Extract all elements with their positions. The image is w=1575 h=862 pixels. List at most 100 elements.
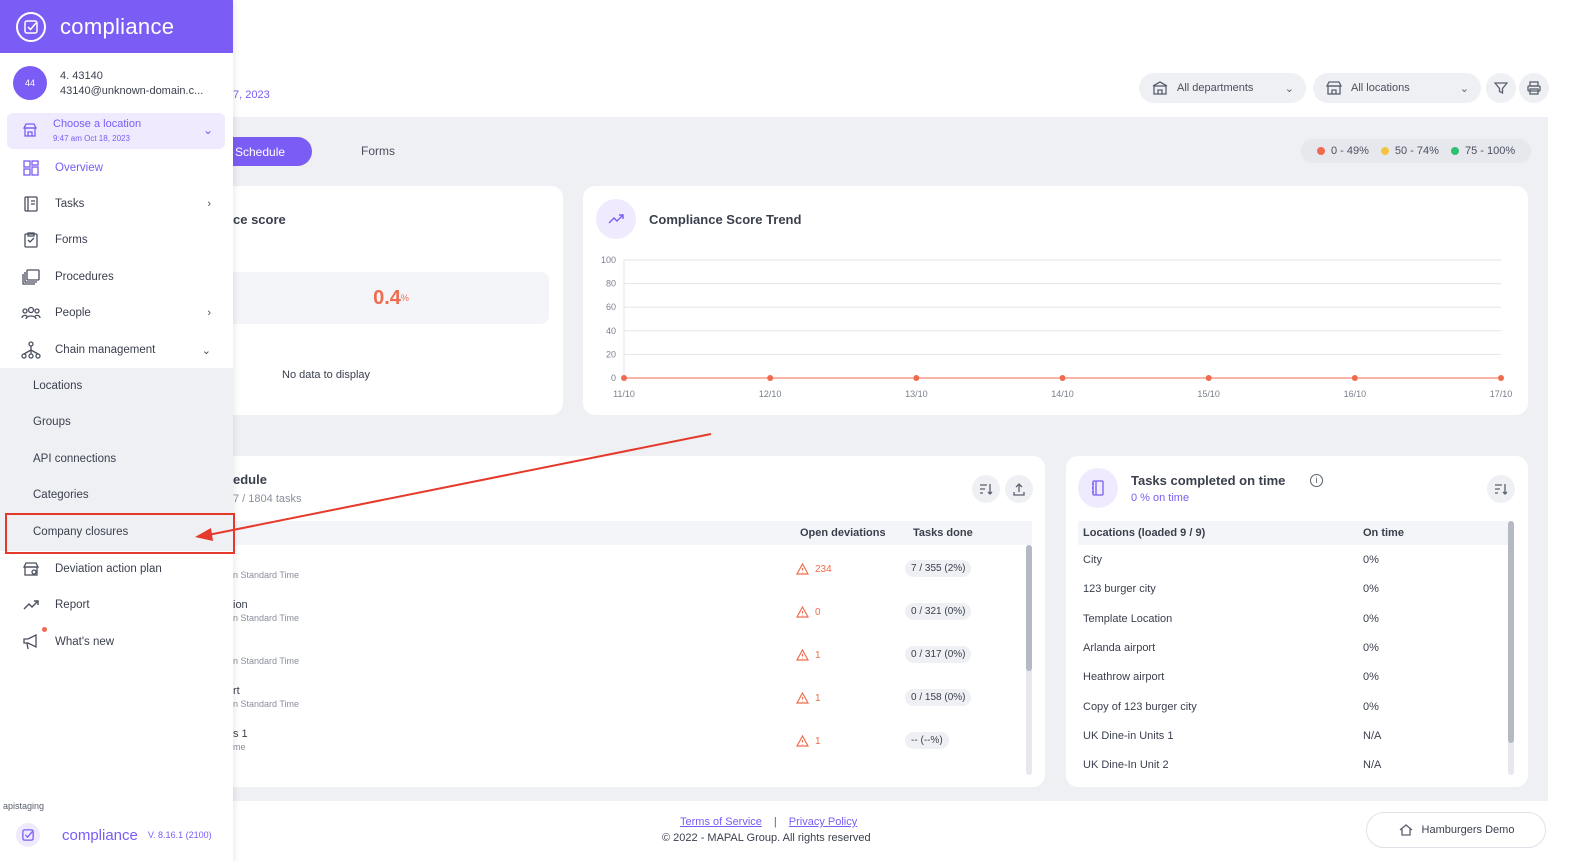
brand-bar[interactable]: compliance xyxy=(0,0,233,53)
sidebar-item-tasks[interactable]: Tasks › xyxy=(0,186,233,222)
table-row[interactable]: n Standard Time 234 7 / 355 (2%) xyxy=(233,552,1027,595)
departments-select[interactable]: All departments ⌄ xyxy=(1139,73,1306,103)
ontime-scroll-thumb[interactable] xyxy=(1508,521,1514,743)
col-locations[interactable]: Locations (loaded 9 / 9) xyxy=(1083,527,1205,539)
x-tick-label: 15/10 xyxy=(1197,389,1220,399)
report-icon xyxy=(21,596,41,614)
sidebar-item-procedures[interactable]: Procedures xyxy=(0,259,233,295)
row-deviations[interactable]: 1 xyxy=(796,735,821,747)
table-row[interactable]: rt n Standard Time 1 0 / 158 (0%) xyxy=(233,681,1027,724)
location-picker[interactable]: Choose a location 9:47 am Oct 18, 2023 ⌄ xyxy=(7,113,225,149)
row-location-name: rt xyxy=(233,685,240,697)
table-row[interactable]: ion n Standard Time 0 0 / 321 (0%) xyxy=(233,595,1027,638)
data-point[interactable] xyxy=(1351,375,1358,381)
x-tick-label: 14/10 xyxy=(1051,389,1074,399)
table-row[interactable]: n Standard Time 1 0 / 317 (0%) xyxy=(233,638,1027,681)
table-row[interactable]: UK Dine-In Unit 2 N/A xyxy=(1083,759,1503,771)
export-button[interactable] xyxy=(1005,475,1033,503)
table-row[interactable]: City 0% xyxy=(1083,554,1503,566)
data-point[interactable] xyxy=(913,375,920,381)
sidebar-subitem-locations[interactable]: Locations xyxy=(33,380,82,392)
score-value: 0.4 xyxy=(373,286,401,309)
account-name: Hamburgers Demo xyxy=(1421,824,1515,836)
footer-links: Terms of Service | Privacy Policy xyxy=(680,816,857,828)
row-deviations[interactable]: 1 xyxy=(796,649,821,661)
data-point[interactable] xyxy=(1059,375,1066,381)
row-deviation-count: 0 xyxy=(815,606,821,618)
upload-icon xyxy=(1013,482,1025,496)
table-row[interactable]: Heathrow airport 0% xyxy=(1083,671,1503,683)
row-location: Copy of 123 burger city xyxy=(1083,701,1197,713)
locations-select[interactable]: All locations ⌄ xyxy=(1313,73,1481,103)
row-location: Template Location xyxy=(1083,613,1173,625)
sort-icon xyxy=(980,484,993,495)
y-tick-label: 80 xyxy=(606,279,616,289)
sidebar-item-report[interactable]: Report xyxy=(0,587,233,623)
data-point[interactable] xyxy=(1498,375,1504,381)
row-tasks-done: 0 / 317 (0%) xyxy=(905,646,972,663)
sidebar-item-people[interactable]: People › xyxy=(0,295,233,331)
table-row[interactable]: s 1 me 1 -- (--%) xyxy=(233,724,1027,767)
sidebar-item-whats-new[interactable]: What's new xyxy=(0,624,233,660)
ontime-subtitle: 0 % on time xyxy=(1131,492,1190,504)
user-profile[interactable]: 44 4. 43140 43140@unknown-domain.c... xyxy=(13,66,203,100)
score-card-title: ce score xyxy=(233,212,286,227)
filter-button[interactable] xyxy=(1486,73,1516,103)
sidebar-item-forms[interactable]: Forms xyxy=(0,222,233,258)
info-icon[interactable]: i xyxy=(1310,474,1323,487)
schedule-scroll-thumb[interactable] xyxy=(1026,545,1032,671)
megaphone-icon xyxy=(21,633,41,651)
row-deviations[interactable]: 234 xyxy=(796,563,832,575)
row-on-time: N/A xyxy=(1363,759,1382,771)
table-row[interactable]: UK Dine-in Units 1 N/A xyxy=(1083,730,1503,742)
notebook-icon xyxy=(1092,480,1104,496)
sort-button[interactable] xyxy=(972,475,1000,503)
trend-icon-circle xyxy=(596,199,636,239)
privacy-link[interactable]: Privacy Policy xyxy=(789,816,857,828)
terms-link[interactable]: Terms of Service xyxy=(680,816,762,828)
ontime-card-title: Tasks completed on time xyxy=(1131,473,1286,488)
trend-card-title: Compliance Score Trend xyxy=(649,212,802,227)
warning-icon xyxy=(796,606,809,618)
sidebar-subitem-categories[interactable]: Categories xyxy=(33,489,89,501)
row-deviations[interactable]: 0 xyxy=(796,606,821,618)
account-switch-button[interactable]: Hamburgers Demo xyxy=(1366,812,1546,848)
tab-schedule[interactable]: Schedule xyxy=(233,137,312,166)
chevron-down-icon: ⌄ xyxy=(202,123,213,137)
data-point[interactable] xyxy=(1205,375,1212,381)
tab-forms[interactable]: Forms xyxy=(361,144,395,158)
sidebar-item-deviation-action-plan[interactable]: Deviation action plan xyxy=(0,551,233,587)
row-tasks-done: 0 / 158 (0%) xyxy=(905,689,972,706)
store-icon xyxy=(22,122,38,141)
compliance-logo-icon xyxy=(16,823,40,847)
locations-label: All locations xyxy=(1351,82,1410,94)
sidebar-subitem-groups[interactable]: Groups xyxy=(33,416,71,428)
data-point[interactable] xyxy=(621,375,627,381)
table-row[interactable]: Template Location 0% xyxy=(1083,613,1503,625)
table-row[interactable]: 123 burger city 0% xyxy=(1083,583,1503,595)
row-on-time: 0% xyxy=(1363,701,1379,713)
col-on-time[interactable]: On time xyxy=(1363,527,1404,539)
sidebar-item-overview[interactable]: Overview xyxy=(0,150,233,186)
row-deviations[interactable]: 1 xyxy=(796,692,821,704)
data-point[interactable] xyxy=(767,375,774,381)
print-button[interactable] xyxy=(1519,73,1549,103)
bottom-brand: compliance V. 8.16.1 (2100) xyxy=(16,823,212,847)
user-name: 4. 43140 xyxy=(60,69,103,82)
sidebar-subitem-api-connections[interactable]: API connections xyxy=(33,453,116,465)
row-timezone: n Standard Time xyxy=(233,699,300,709)
row-location-name: s 1 xyxy=(233,728,248,740)
table-row[interactable]: Copy of 123 burger city 0% xyxy=(1083,701,1503,713)
col-tasks-done[interactable]: Tasks done xyxy=(913,527,973,539)
row-tasks-done: -- (--%) xyxy=(905,732,949,749)
warning-icon xyxy=(796,563,809,575)
y-tick-label: 100 xyxy=(601,255,616,265)
sidebar-item-chain-management[interactable]: Chain management ⌄ xyxy=(0,332,233,368)
chevron-down-icon: ⌄ xyxy=(1284,82,1294,95)
warning-icon xyxy=(796,649,809,661)
col-open-deviations[interactable]: Open deviations xyxy=(800,527,886,539)
ontime-sort-button[interactable] xyxy=(1487,475,1515,503)
date-range-text[interactable]: 7, 2023 xyxy=(233,89,270,101)
table-row[interactable]: Arlanda airport 0% xyxy=(1083,642,1503,654)
version-label: V. 8.16.1 (2100) xyxy=(147,830,212,840)
